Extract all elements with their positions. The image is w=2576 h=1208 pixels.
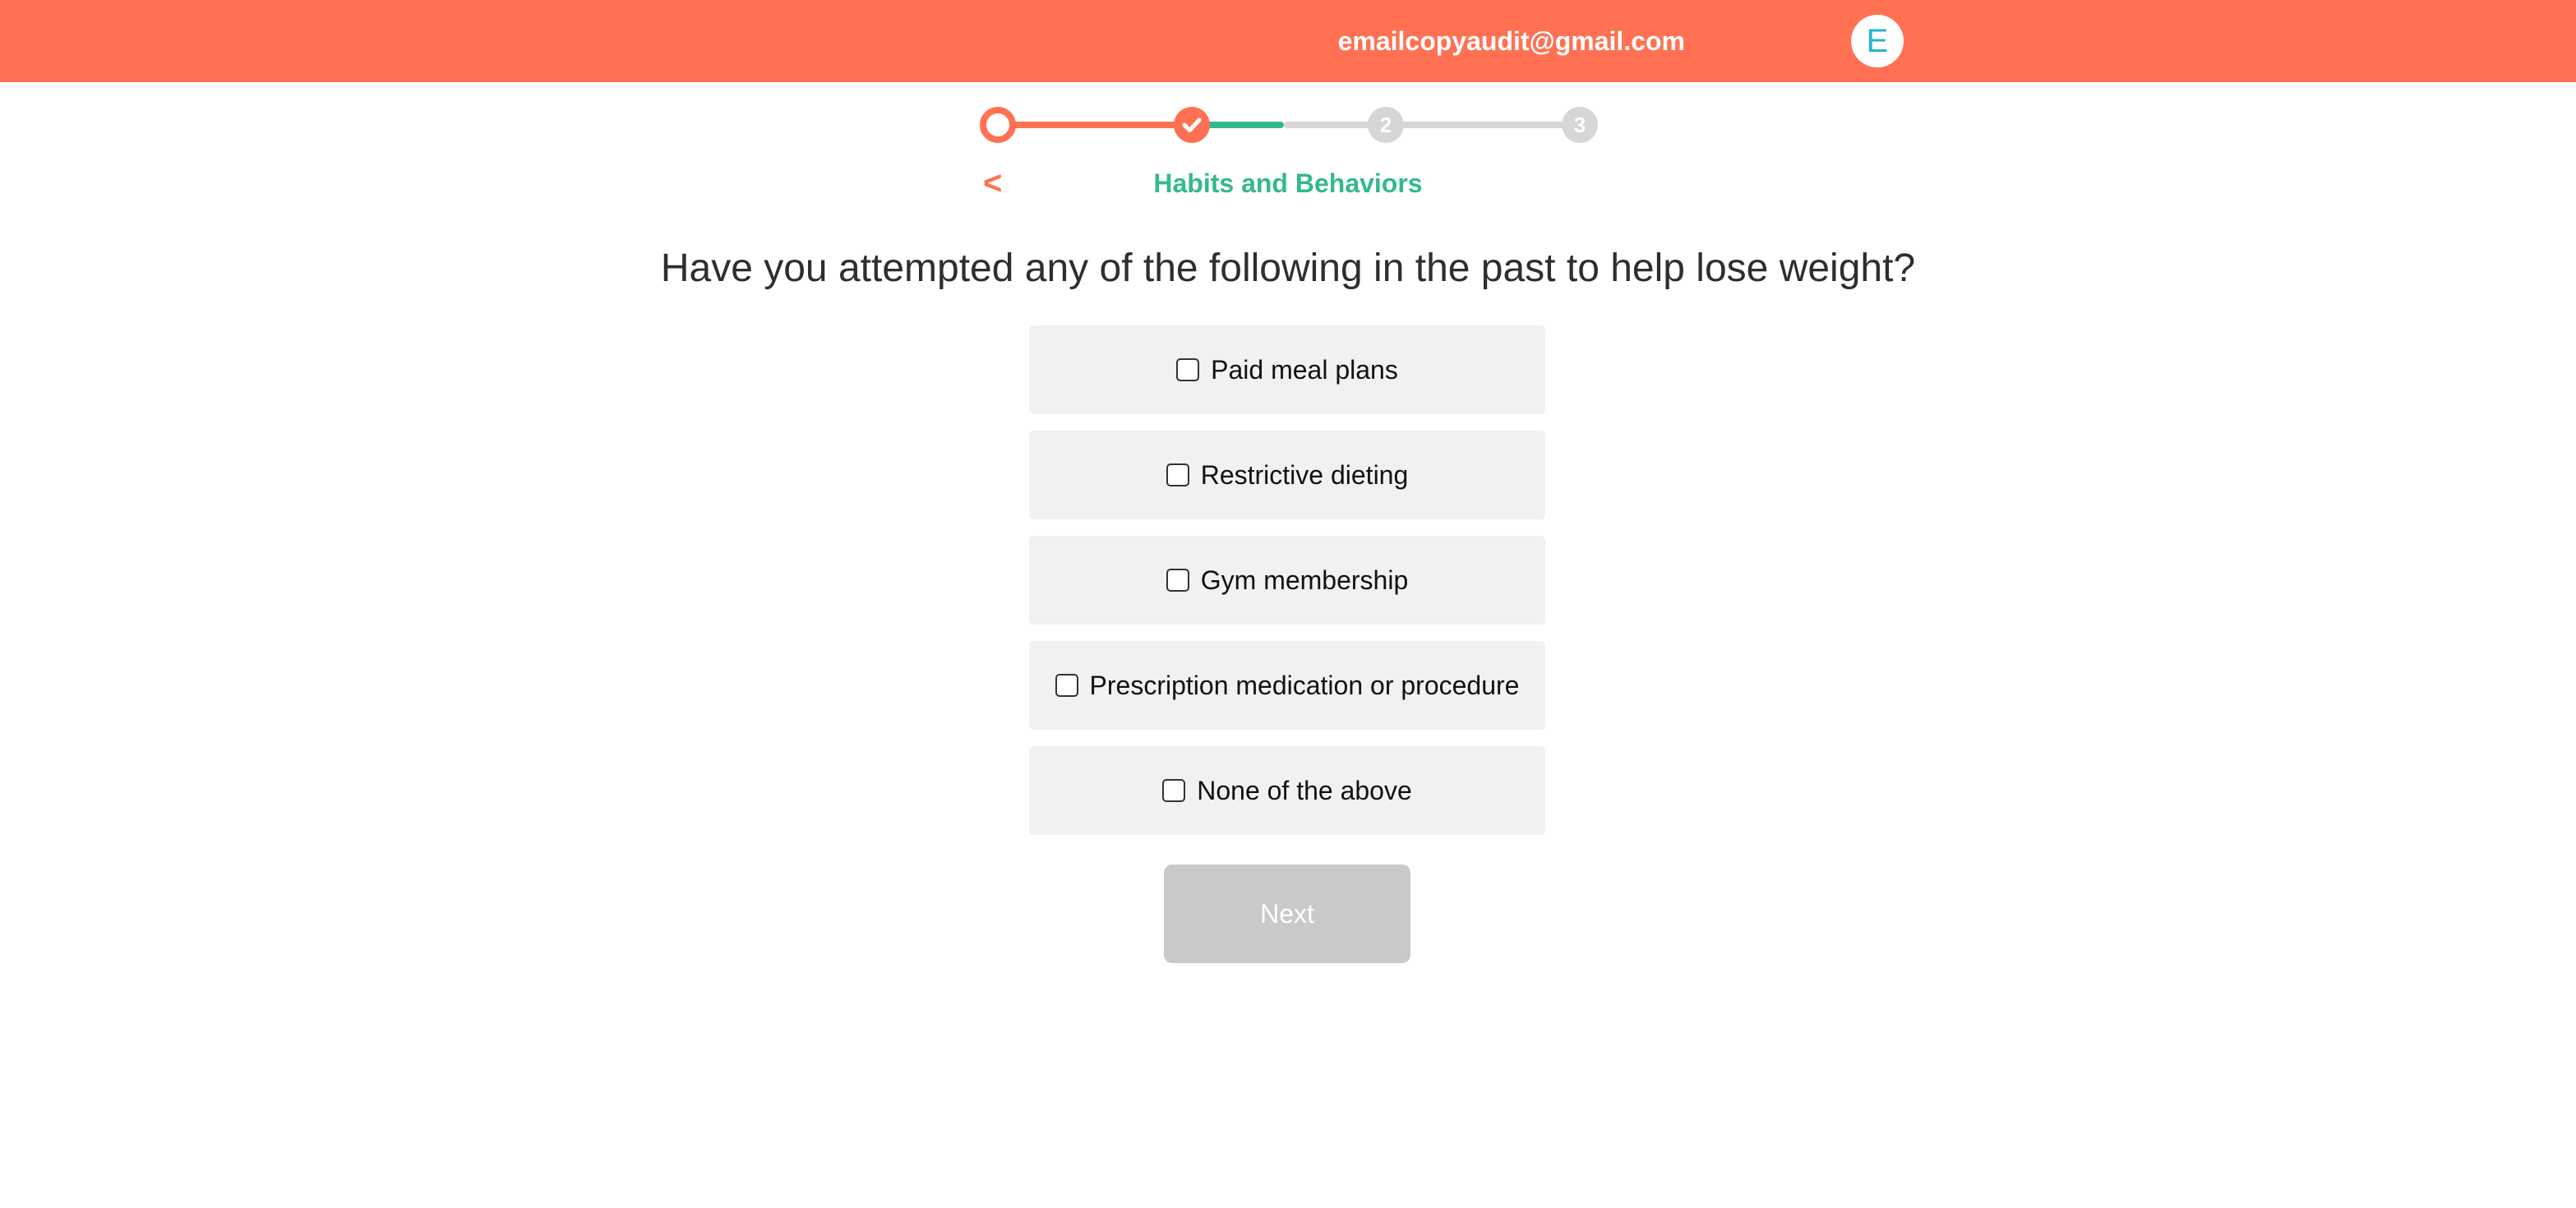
checkbox[interactable]: [1162, 779, 1186, 802]
option-paid-meal-plans[interactable]: Paid meal plans: [1029, 325, 1545, 414]
step-current: [980, 107, 1016, 143]
user-email[interactable]: emailcopyaudit@gmail.com: [1338, 21, 1685, 61]
check-icon: [1182, 118, 1202, 132]
step-3: 3: [1562, 107, 1598, 143]
option-label: None of the above: [1197, 775, 1412, 805]
checkbox[interactable]: [1166, 463, 1189, 486]
option-label: Gym membership: [1200, 565, 1409, 595]
step-2: 2: [1368, 107, 1404, 143]
user-avatar[interactable]: E: [1851, 15, 1904, 67]
question-text: Have you attempted any of the following …: [660, 247, 1916, 290]
progress-segment-pending: [1386, 122, 1580, 128]
option-gym-membership[interactable]: Gym membership: [1029, 536, 1545, 625]
option-label: Restrictive dieting: [1200, 459, 1409, 490]
step-completed: [1174, 107, 1210, 143]
options-list: Paid meal plans Restrictive dieting Gym …: [1029, 325, 1545, 851]
checkbox[interactable]: [1055, 674, 1078, 697]
option-restrictive-dieting[interactable]: Restrictive dieting: [1029, 431, 1545, 519]
next-button[interactable]: Next: [1164, 865, 1410, 963]
back-button[interactable]: <: [983, 163, 1002, 204]
top-bar: emailcopyaudit@gmail.com E: [0, 0, 2576, 82]
checkbox[interactable]: [1166, 569, 1189, 592]
progress-segment-complete: [998, 122, 1192, 128]
option-label: Prescription medication or procedure: [1089, 670, 1520, 700]
option-label: Paid meal plans: [1211, 354, 1398, 385]
section-title: Habits and Behaviors: [1153, 168, 1423, 198]
option-prescription-medication[interactable]: Prescription medication or procedure: [1029, 641, 1545, 730]
checkbox[interactable]: [1176, 358, 1200, 381]
option-none-of-the-above[interactable]: None of the above: [1029, 746, 1545, 835]
